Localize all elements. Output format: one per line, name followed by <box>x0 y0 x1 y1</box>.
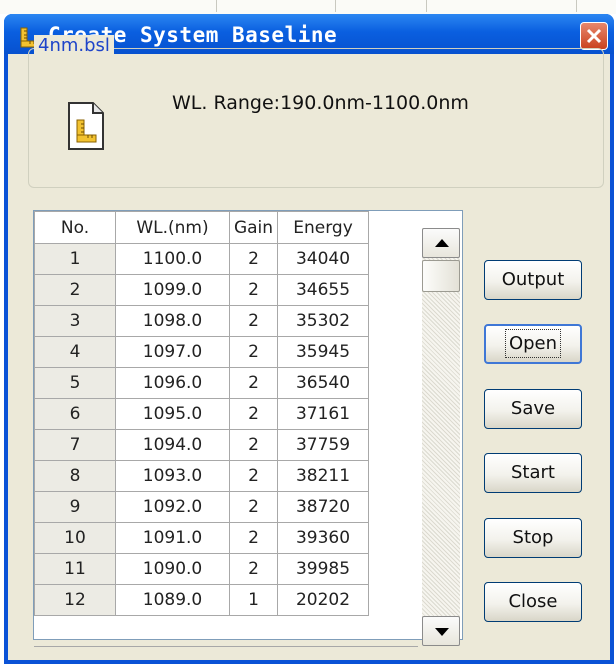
scroll-down-button[interactable] <box>422 616 460 646</box>
row-number-cell: 10 <box>34 522 116 554</box>
gain-cell: 2 <box>229 243 278 275</box>
baseline-table: No. WL.(nm) Gain Energy 1 1100.0 2 34040… <box>34 211 369 616</box>
gain-cell: 2 <box>229 305 278 337</box>
gain-cell: 2 <box>229 336 278 368</box>
wavelength-cell: 1093.0 <box>115 460 230 492</box>
table-row[interactable]: 2 1099.0 2 34655 <box>34 274 369 306</box>
stop-button-label: Stop <box>512 527 554 548</box>
table-row[interactable]: 6 1095.0 2 37161 <box>34 398 369 430</box>
open-button-label: Open <box>504 329 562 358</box>
background-ruler <box>0 0 616 14</box>
energy-cell: 35302 <box>277 305 369 337</box>
row-number-cell: 7 <box>34 429 116 461</box>
gain-cell: 1 <box>229 584 278 616</box>
gain-cell: 2 <box>229 460 278 492</box>
gain-cell: 2 <box>229 522 278 554</box>
gain-cell: 2 <box>229 398 278 430</box>
table-row[interactable]: 8 1093.0 2 38211 <box>34 460 369 492</box>
close-window-button[interactable] <box>580 22 608 50</box>
wavelength-cell: 1091.0 <box>115 522 230 554</box>
row-number-cell: 9 <box>34 491 116 523</box>
row-number-cell: 12 <box>34 584 116 616</box>
ruler-tick <box>216 0 217 12</box>
wavelength-cell: 1089.0 <box>115 584 230 616</box>
partial-table-row <box>34 646 418 651</box>
wavelength-cell: 1092.0 <box>115 491 230 523</box>
file-name-label: 4nm.bsl <box>34 35 114 56</box>
table-row[interactable]: 7 1094.0 2 37759 <box>34 429 369 461</box>
wavelength-cell: 1098.0 <box>115 305 230 337</box>
energy-cell: 36540 <box>277 367 369 399</box>
table-row[interactable]: 3 1098.0 2 35302 <box>34 305 369 337</box>
row-number-cell: 3 <box>34 305 116 337</box>
close-button[interactable]: Close <box>484 582 582 622</box>
output-button[interactable]: Output <box>484 260 582 300</box>
wavelength-cell: 1090.0 <box>115 553 230 585</box>
table-row[interactable]: 10 1091.0 2 39360 <box>34 522 369 554</box>
table-row[interactable]: 1 1100.0 2 34040 <box>34 243 369 275</box>
start-button[interactable]: Start <box>484 453 582 493</box>
row-number-cell: 11 <box>34 553 116 585</box>
table-row[interactable]: 11 1090.0 2 39985 <box>34 553 369 585</box>
energy-cell: 38211 <box>277 460 369 492</box>
save-button-label: Save <box>510 398 556 419</box>
energy-cell: 35945 <box>277 336 369 368</box>
save-button[interactable]: Save <box>484 389 582 429</box>
energy-cell: 39360 <box>277 522 369 554</box>
energy-cell: 34655 <box>277 274 369 306</box>
table-row[interactable]: 9 1092.0 2 38720 <box>34 491 369 523</box>
stop-button[interactable]: Stop <box>484 518 582 558</box>
energy-cell: 34040 <box>277 243 369 275</box>
wavelength-cell: 1095.0 <box>115 398 230 430</box>
wavelength-cell: 1099.0 <box>115 274 230 306</box>
gain-cell: 2 <box>229 553 278 585</box>
row-number-cell: 1 <box>34 243 116 275</box>
wavelength-cell: 1094.0 <box>115 429 230 461</box>
energy-cell: 37161 <box>277 398 369 430</box>
file-info-group <box>28 48 604 188</box>
column-header-no[interactable]: No. <box>34 211 116 244</box>
scroll-thumb[interactable] <box>422 260 460 292</box>
close-button-label: Close <box>508 591 558 612</box>
row-number-cell: 8 <box>34 460 116 492</box>
column-header-gain[interactable]: Gain <box>229 211 278 244</box>
row-number-cell: 4 <box>34 336 116 368</box>
table-row[interactable]: 12 1089.0 1 20202 <box>34 584 369 616</box>
wavelength-range-text: WL. Range:190.0nm-1100.0nm <box>172 92 469 114</box>
baseline-file-icon <box>68 102 104 150</box>
energy-cell: 20202 <box>277 584 369 616</box>
gain-cell: 2 <box>229 274 278 306</box>
gain-cell: 2 <box>229 429 278 461</box>
gain-cell: 2 <box>229 491 278 523</box>
ruler-tick <box>335 0 336 12</box>
column-header-wl[interactable]: WL.(nm) <box>115 211 230 244</box>
column-header-energy[interactable]: Energy <box>277 211 369 244</box>
arrow-down-icon <box>435 628 449 636</box>
wavelength-cell: 1096.0 <box>115 367 230 399</box>
table-row[interactable]: 5 1096.0 2 36540 <box>34 367 369 399</box>
energy-cell: 39985 <box>277 553 369 585</box>
energy-cell: 37759 <box>277 429 369 461</box>
row-number-cell: 6 <box>34 398 116 430</box>
ruler-tick <box>576 0 577 12</box>
scroll-up-button[interactable] <box>422 228 460 258</box>
open-button[interactable]: Open <box>484 324 582 364</box>
wavelength-cell: 1097.0 <box>115 336 230 368</box>
table-row[interactable]: 4 1097.0 2 35945 <box>34 336 369 368</box>
gain-cell: 2 <box>229 367 278 399</box>
row-number-cell: 5 <box>34 367 116 399</box>
wavelength-cell: 1100.0 <box>115 243 230 275</box>
row-number-cell: 2 <box>34 274 116 306</box>
ruler-tick <box>426 0 427 12</box>
output-button-label: Output <box>501 269 565 290</box>
table-header-row: No. WL.(nm) Gain Energy <box>34 211 369 244</box>
table-vertical-scrollbar[interactable] <box>422 228 460 646</box>
close-icon <box>586 28 602 44</box>
arrow-up-icon <box>435 239 449 247</box>
start-button-label: Start <box>511 462 555 483</box>
energy-cell: 38720 <box>277 491 369 523</box>
